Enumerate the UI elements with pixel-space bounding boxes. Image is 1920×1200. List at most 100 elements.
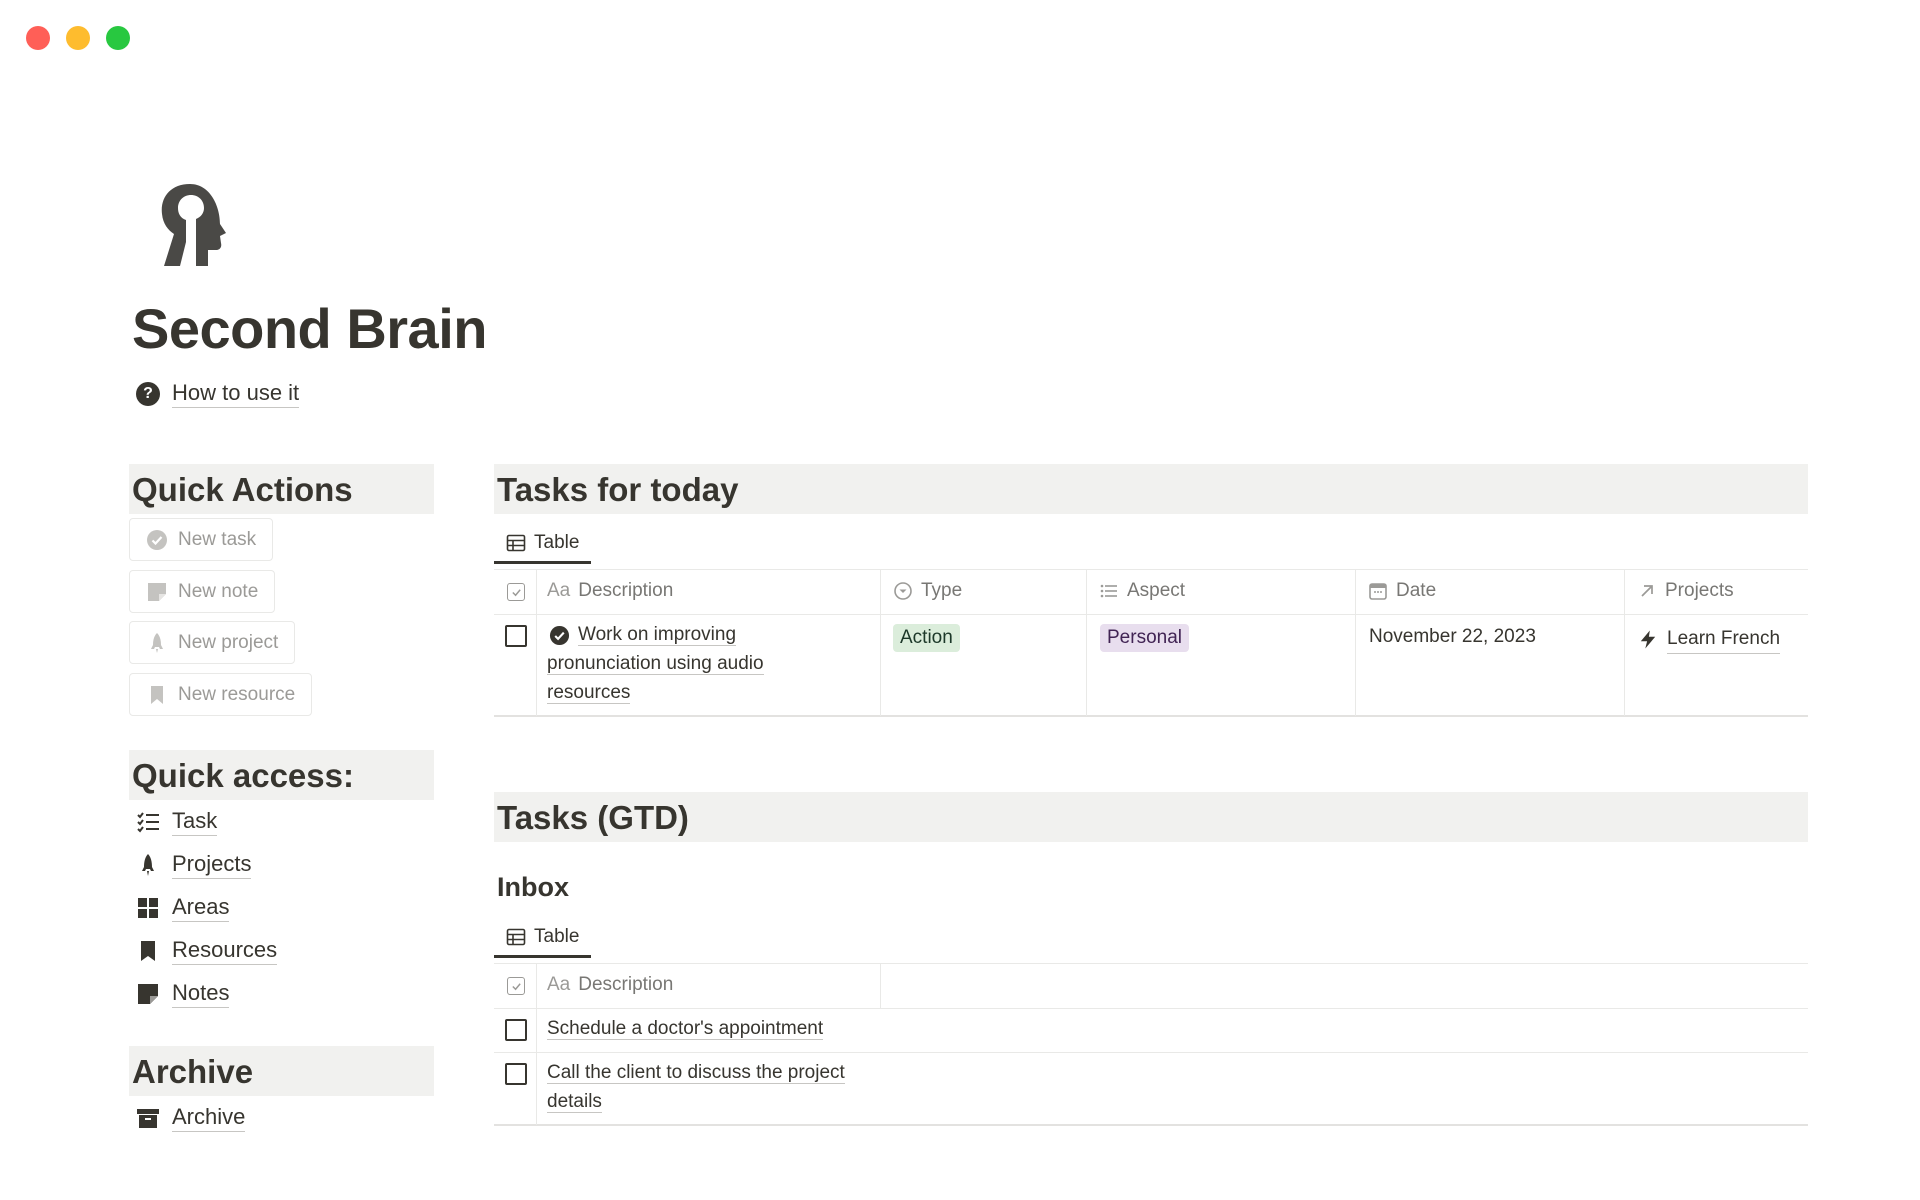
date-column-header[interactable]: Date xyxy=(1368,580,1436,602)
quick-link-resources-label: Resources xyxy=(172,937,278,965)
project-relation-label: Learn French xyxy=(1667,624,1781,654)
text-prop-icon: Aa xyxy=(547,580,571,601)
quick-link-notes-label: Notes xyxy=(172,980,230,1008)
new-note-button[interactable]: New note xyxy=(129,570,276,613)
checklist-icon xyxy=(137,812,159,833)
table-icon xyxy=(506,534,526,551)
new-task-label: New task xyxy=(178,528,257,550)
inbox-heading: Inbox xyxy=(497,872,569,902)
project-relation-link[interactable]: Learn French xyxy=(1639,624,1781,654)
task-done-checkbox[interactable] xyxy=(505,625,527,647)
table-divider xyxy=(494,1052,1808,1053)
list-icon xyxy=(1100,584,1117,598)
task-description-link-2[interactable]: pronunciation using audio xyxy=(547,649,764,678)
note-icon xyxy=(148,582,166,601)
table-divider xyxy=(494,569,1808,570)
lightning-icon xyxy=(1640,630,1656,648)
type-column-label: Type xyxy=(921,580,963,601)
how-to-use-link[interactable]: ? How to use it xyxy=(136,380,300,408)
table-divider xyxy=(494,1008,1808,1009)
new-resource-button[interactable]: New resource xyxy=(129,673,313,716)
text-prop-icon: Aa xyxy=(547,974,571,995)
inbox-task-label: Schedule a doctor's appointment xyxy=(547,1018,824,1040)
quick-link-archive-label: Archive xyxy=(172,1104,246,1132)
quick-link-notes[interactable]: Notes xyxy=(136,980,230,1008)
inbox-description-column-label: Description xyxy=(578,974,674,995)
task-description-line-3: resources xyxy=(547,682,631,704)
table-divider xyxy=(494,614,1808,615)
description-column-header[interactable]: Aa Description xyxy=(547,580,673,602)
date-column-label: Date xyxy=(1396,580,1437,601)
task-description-link[interactable]: Work on improving xyxy=(578,620,737,649)
description-column-label: Description xyxy=(578,580,674,601)
table-divider xyxy=(494,1124,1808,1126)
quick-link-task-label: Task xyxy=(172,808,218,836)
quick-link-areas-label: Areas xyxy=(172,894,230,922)
help-icon: ? xyxy=(136,382,160,406)
archive-heading: Archive xyxy=(129,1046,434,1096)
new-task-button[interactable]: New task xyxy=(129,518,274,561)
quick-access-heading: Quick access: xyxy=(129,750,434,800)
inbox-tab-label: Table xyxy=(534,925,580,947)
task-description-line-2: pronunciation using audio xyxy=(547,653,764,675)
aspect-column-label: Aspect xyxy=(1127,580,1186,601)
rocket-icon xyxy=(142,854,154,876)
inbox-task-checkbox[interactable] xyxy=(505,1063,527,1085)
tasks-today-table-tab[interactable]: Table xyxy=(494,524,592,564)
aspect-tag[interactable]: Personal xyxy=(1100,624,1189,652)
checkbox-column-header[interactable] xyxy=(507,977,525,995)
projects-column-label: Projects xyxy=(1665,580,1734,601)
inbox-task-label-line-2: details xyxy=(547,1091,602,1113)
column-divider xyxy=(880,964,881,1008)
column-divider xyxy=(1624,570,1625,716)
inbox-table-tab[interactable]: Table xyxy=(494,918,592,958)
tasks-today-tab-label: Table xyxy=(534,531,580,553)
bookmark-icon xyxy=(151,685,163,704)
archive-box-icon xyxy=(137,1109,159,1128)
quick-link-areas[interactable]: Areas xyxy=(136,894,230,922)
check-circle-icon xyxy=(147,529,167,550)
arrow-up-right-icon xyxy=(1641,585,1653,597)
table-icon xyxy=(506,928,526,945)
checkbox-column-header[interactable] xyxy=(507,583,525,601)
quick-link-resources[interactable]: Resources xyxy=(136,937,278,965)
close-window-button[interactable] xyxy=(26,26,50,50)
brain-head-icon[interactable] xyxy=(150,180,230,270)
select-icon xyxy=(894,582,912,600)
tasks-today-heading: Tasks for today xyxy=(494,464,1808,514)
quick-actions-heading: Quick Actions xyxy=(129,464,434,514)
page-title: Second Brain xyxy=(132,297,487,360)
how-to-use-label: How to use it xyxy=(172,380,300,408)
maximize-window-button[interactable] xyxy=(106,26,130,50)
quick-link-archive[interactable]: Archive xyxy=(136,1104,246,1132)
inbox-task-link-2[interactable]: details xyxy=(547,1087,602,1116)
calendar-icon xyxy=(1369,583,1387,600)
inbox-task-link[interactable]: Schedule a doctor's appointment xyxy=(547,1014,824,1043)
quick-link-projects[interactable]: Projects xyxy=(136,851,252,879)
task-date[interactable]: November 22, 2023 xyxy=(1369,622,1536,651)
type-tag[interactable]: Action xyxy=(893,624,960,652)
minimize-window-button[interactable] xyxy=(66,26,90,50)
new-project-button[interactable]: New project xyxy=(129,621,296,664)
task-description-link-3[interactable]: resources xyxy=(547,678,631,707)
inbox-task-label-line-1: Call the client to discuss the project xyxy=(547,1062,845,1084)
type-column-header[interactable]: Type xyxy=(893,580,962,602)
check-circle-icon xyxy=(549,625,570,646)
tasks-gtd-heading: Tasks (GTD) xyxy=(494,792,1808,842)
quick-link-projects-label: Projects xyxy=(172,851,252,879)
rocket-icon xyxy=(151,632,163,653)
aspect-column-header[interactable]: Aspect xyxy=(1099,580,1185,602)
inbox-task-checkbox[interactable] xyxy=(505,1019,527,1041)
table-divider xyxy=(494,715,1808,717)
new-resource-label: New resource xyxy=(178,683,296,705)
column-divider xyxy=(1355,570,1356,716)
column-divider xyxy=(536,964,537,1125)
new-note-label: New note xyxy=(178,580,259,602)
new-project-label: New project xyxy=(178,631,279,653)
column-divider xyxy=(880,570,881,716)
inbox-task-link[interactable]: Call the client to discuss the project xyxy=(547,1058,845,1087)
window-controls xyxy=(26,26,130,50)
quick-link-task[interactable]: Task xyxy=(136,808,218,836)
inbox-description-column-header[interactable]: Aa Description xyxy=(547,974,673,996)
projects-column-header[interactable]: Projects xyxy=(1637,580,1734,602)
